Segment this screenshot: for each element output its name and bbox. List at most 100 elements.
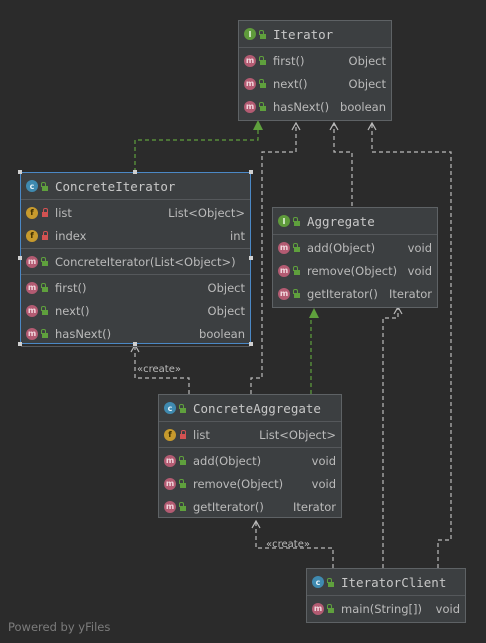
field-type: List<Object> <box>168 205 245 220</box>
selection-handle[interactable] <box>18 256 22 260</box>
class-icon: c <box>164 402 176 414</box>
edge-concreteiterator-realizes-iterator <box>134 128 259 172</box>
method-type: Object <box>348 76 386 91</box>
edge-aggregate-to-iterator <box>333 124 353 206</box>
methods-section: m main(String[]) void <box>307 596 465 621</box>
field-name: index <box>55 228 87 243</box>
field-row[interactable]: f list List<Object> <box>21 201 250 224</box>
public-icon <box>41 283 49 292</box>
class-icon: c <box>312 576 324 588</box>
method-type: void <box>407 263 432 278</box>
private-lock-icon <box>179 430 187 439</box>
public-icon <box>259 102 267 111</box>
method-name: add(Object) <box>307 240 376 255</box>
selection-handle[interactable] <box>133 342 137 346</box>
public-icon <box>41 329 49 338</box>
method-icon: m <box>278 287 290 300</box>
method-row[interactable]: m first() Object <box>21 276 250 299</box>
method-row[interactable]: m getIterator() Iterator <box>273 282 437 305</box>
method-row[interactable]: m next() Object <box>239 72 391 95</box>
method-row[interactable]: m hasNext() boolean <box>239 95 391 118</box>
public-icon <box>259 56 267 65</box>
method-type: Object <box>348 53 386 68</box>
method-name: main(String[]) <box>341 601 422 616</box>
class-iterator-client[interactable]: c IteratorClient m main(String[]) void <box>306 568 466 623</box>
private-lock-icon <box>41 231 49 240</box>
interface-icon: I <box>244 28 256 40</box>
method-row[interactable]: m first() Object <box>239 49 391 72</box>
method-type: Iterator <box>388 286 432 301</box>
class-concrete-aggregate[interactable]: c ConcreteAggregate f list List<Object> … <box>158 394 342 518</box>
create-label-2: «create» <box>266 539 310 550</box>
method-icon: m <box>26 281 38 294</box>
class-name: IteratorClient <box>341 574 447 590</box>
public-icon <box>179 479 187 488</box>
field-name: list <box>55 205 72 220</box>
public-icon <box>327 577 335 587</box>
method-icon: m <box>244 54 256 67</box>
class-aggregate[interactable]: I Aggregate m add(Object) void m remove(… <box>272 207 438 308</box>
method-row[interactable]: m remove(Object) void <box>273 259 437 282</box>
method-type: boolean <box>199 326 245 341</box>
dependency-arrowhead-iterator-2 <box>329 121 339 131</box>
constructor-name: ConcreteIterator(List<Object>) <box>55 254 236 269</box>
method-icon: m <box>244 100 256 113</box>
methods-section: m add(Object) void m remove(Object) void… <box>159 448 341 519</box>
selection-handle[interactable] <box>133 170 137 174</box>
class-header: c ConcreteAggregate <box>159 395 341 422</box>
method-row[interactable]: m add(Object) void <box>273 236 437 259</box>
public-icon <box>293 289 301 298</box>
selection-handle[interactable] <box>249 256 253 260</box>
realization-arrowhead-aggregate <box>309 308 319 318</box>
field-row[interactable]: f index int <box>21 224 250 247</box>
method-row[interactable]: m getIterator() Iterator <box>159 495 341 518</box>
field-type: int <box>230 228 245 243</box>
method-row[interactable]: m next() Object <box>21 299 250 322</box>
class-iterator[interactable]: I Iterator m first() Object m next() Obj… <box>238 20 392 121</box>
public-icon <box>293 266 301 275</box>
public-icon <box>327 604 335 613</box>
constructors-section: m ConcreteIterator(List<Object>) <box>21 249 250 275</box>
class-header: I Aggregate <box>273 208 437 235</box>
selection-handle[interactable] <box>18 170 22 174</box>
class-name: ConcreteAggregate <box>193 400 321 416</box>
class-name: Iterator <box>273 26 334 42</box>
selection-handle[interactable] <box>18 342 22 346</box>
field-name: list <box>193 427 210 442</box>
method-type: Iterator <box>292 499 336 514</box>
method-name: getIterator() <box>307 286 378 301</box>
edge-client-to-iterator <box>371 124 452 568</box>
method-row[interactable]: m main(String[]) void <box>307 597 465 620</box>
method-icon: m <box>312 602 324 615</box>
selection-handle[interactable] <box>249 342 253 346</box>
selection-handle[interactable] <box>249 170 253 174</box>
fields-section: f list List<Object> <box>159 422 341 448</box>
method-icon: m <box>26 304 38 317</box>
methods-section: m first() Object m next() Object m hasNe… <box>21 275 250 347</box>
class-concrete-iterator[interactable]: c ConcreteIterator f list List<Object> f… <box>18 170 253 347</box>
field-icon: f <box>26 229 38 242</box>
fields-section: f list List<Object> f index int <box>21 200 250 249</box>
method-row[interactable]: m add(Object) void <box>159 449 341 472</box>
dependency-arrowhead-aggregate <box>393 305 403 315</box>
method-row[interactable]: m remove(Object) void <box>159 472 341 495</box>
public-icon <box>41 257 49 266</box>
methods-section: m add(Object) void m remove(Object) void… <box>273 235 437 306</box>
methods-section: m first() Object m next() Object m hasNe… <box>239 48 391 119</box>
method-icon: m <box>26 255 38 268</box>
class-header: I Iterator <box>239 21 391 48</box>
field-type: List<Object> <box>259 427 336 442</box>
method-type: void <box>435 601 460 616</box>
method-name: hasNext() <box>55 326 112 341</box>
class-header: c ConcreteIterator <box>21 173 250 200</box>
method-icon: m <box>278 241 290 254</box>
uml-class-diagram: «create» «create» I Iterator m first() O… <box>0 0 486 643</box>
method-icon: m <box>164 454 176 467</box>
method-name: remove(Object) <box>193 476 284 491</box>
constructor-row[interactable]: m ConcreteIterator(List<Object>) <box>21 250 250 273</box>
field-row[interactable]: f list List<Object> <box>159 423 341 446</box>
field-icon: f <box>26 206 38 219</box>
public-icon <box>179 456 187 465</box>
public-icon <box>293 243 301 252</box>
interface-icon: I <box>278 215 290 227</box>
